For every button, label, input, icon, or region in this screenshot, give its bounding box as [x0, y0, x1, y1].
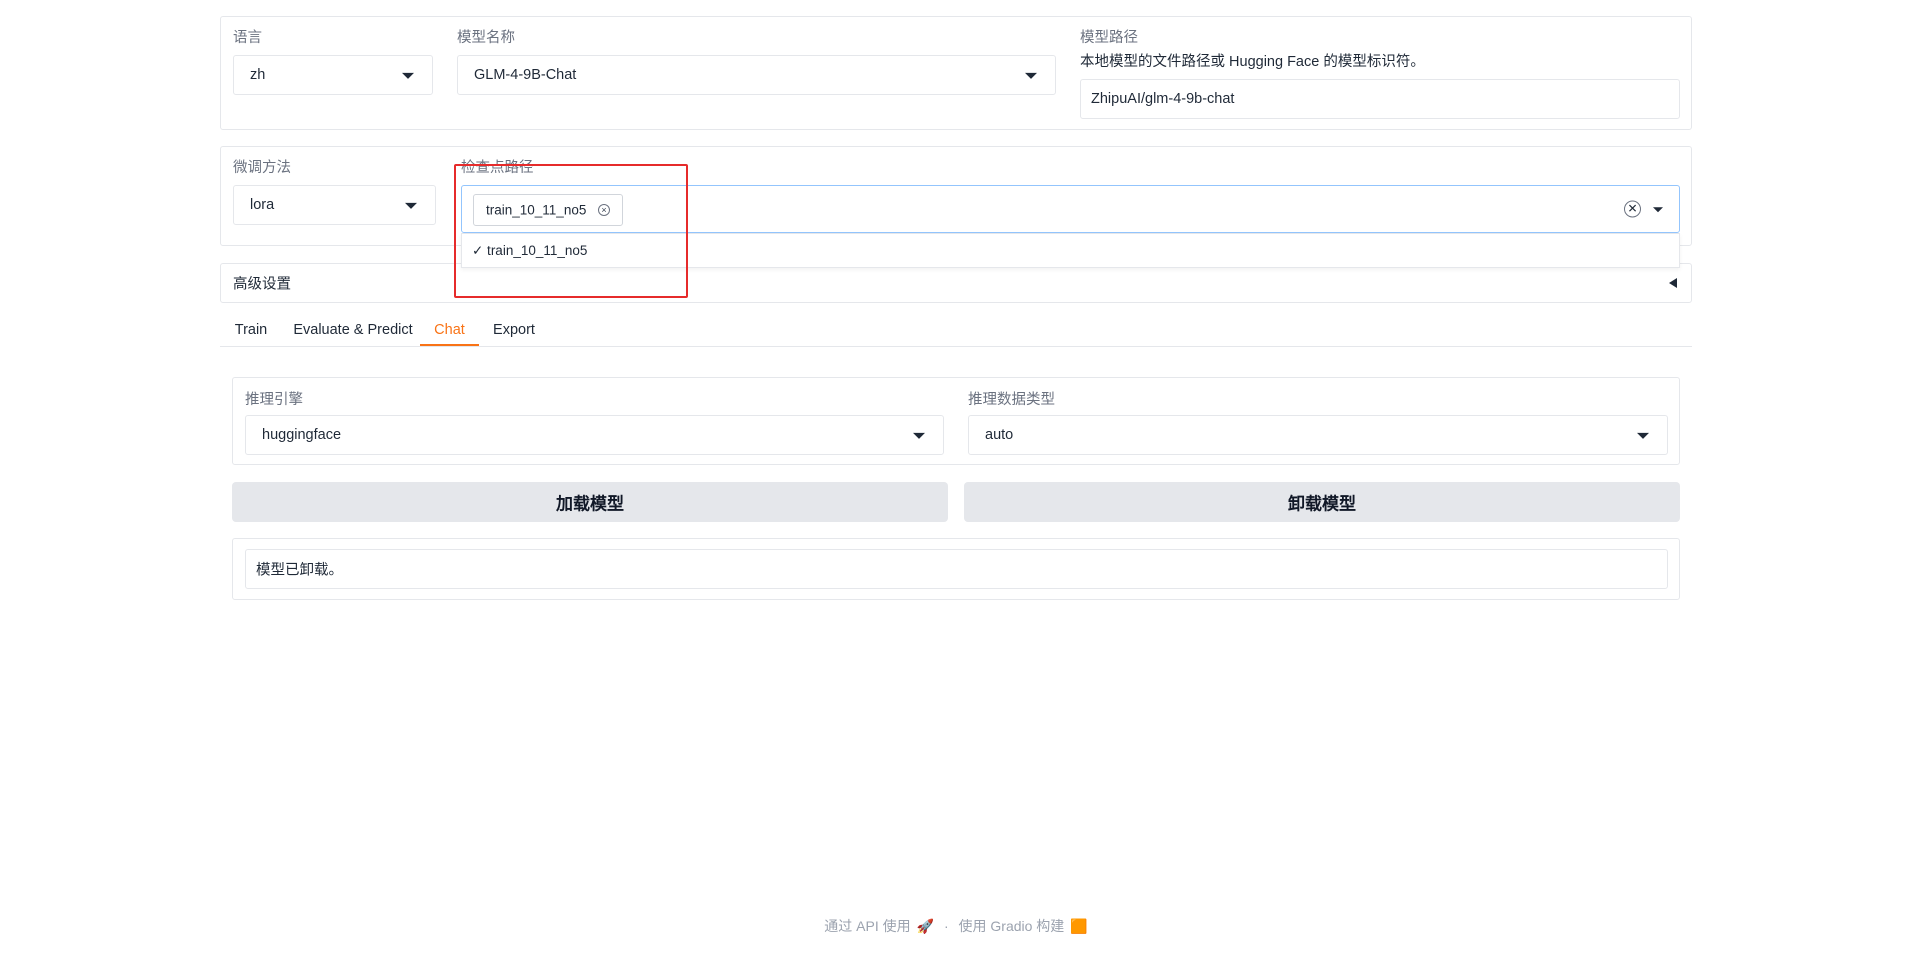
checkpoint-chip-label: train_10_11_no5: [486, 202, 587, 218]
language-label: 语言: [233, 30, 262, 46]
infer-dtype-value: auto: [985, 427, 1014, 443]
language-select[interactable]: zh: [233, 55, 433, 95]
chevron-down-icon[interactable]: [1653, 207, 1663, 213]
checkpoint-path-multiselect[interactable]: train_10_11_no5 × ✕: [461, 185, 1680, 233]
chevron-down-icon: [913, 432, 925, 439]
api-link[interactable]: 通过 API 使用: [824, 918, 910, 934]
infer-engine-select[interactable]: huggingface: [245, 415, 944, 455]
unload-model-label: 卸载模型: [1288, 494, 1356, 514]
finetune-method-select[interactable]: lora: [233, 185, 436, 225]
load-model-button[interactable]: 加载模型: [232, 482, 948, 522]
advanced-settings-accordion[interactable]: 高级设置: [220, 263, 1692, 303]
dropdown-option[interactable]: ✓ train_10_11_no5: [472, 243, 587, 259]
finetune-method-label: 微调方法: [233, 160, 291, 176]
infer-dtype-select[interactable]: auto: [968, 415, 1668, 455]
tab-chat[interactable]: Chat: [420, 316, 479, 346]
tab-export[interactable]: Export: [479, 316, 549, 346]
advanced-settings-title: 高级设置: [233, 276, 291, 293]
model-path-value: ZhipuAI/glm-4-9b-chat: [1091, 91, 1235, 107]
gradio-logo-icon: 🟧: [1070, 918, 1088, 934]
infer-engine-value: huggingface: [262, 427, 342, 443]
model-name-label: 模型名称: [457, 30, 515, 46]
tab-bar: Train Evaluate & Predict Chat Export: [220, 316, 1692, 347]
infer-engine-label: 推理引擎: [245, 392, 303, 408]
finetune-method-value: lora: [250, 197, 275, 213]
clear-selection-icon[interactable]: ✕: [1624, 200, 1641, 218]
checkpoint-path-label: 检查点路径: [461, 160, 534, 176]
checkpoint-dropdown-list: ✓ train_10_11_no5: [461, 233, 1680, 268]
model-name-value: GLM-4-9B-Chat: [474, 67, 577, 83]
language-value: zh: [250, 67, 266, 83]
infer-dtype-label: 推理数据类型: [968, 392, 1055, 408]
model-path-label: 模型路径: [1080, 30, 1138, 46]
model-name-select[interactable]: GLM-4-9B-Chat: [457, 55, 1056, 95]
checkpoint-chip: train_10_11_no5 ×: [473, 194, 623, 226]
load-model-label: 加载模型: [556, 494, 624, 514]
gradio-link[interactable]: 使用 Gradio 构建: [959, 918, 1065, 934]
status-text: 模型已卸载。: [256, 562, 343, 579]
unload-model-button[interactable]: 卸载模型: [964, 482, 1680, 522]
status-output: 模型已卸载。: [245, 549, 1668, 589]
footer-separator: ·: [943, 918, 949, 934]
tab-train[interactable]: Train: [220, 316, 282, 346]
chevron-down-icon: [1637, 432, 1649, 439]
collapse-triangle-icon: [1669, 278, 1677, 288]
tab-evaluate-predict[interactable]: Evaluate & Predict: [282, 316, 424, 346]
chevron-down-icon: [405, 202, 417, 209]
model-path-input[interactable]: ZhipuAI/glm-4-9b-chat: [1080, 79, 1680, 119]
footer: 通过 API 使用 🚀 · 使用 Gradio 构建 🟧: [0, 916, 1912, 936]
rocket-icon: 🚀: [916, 918, 935, 934]
remove-chip-icon[interactable]: ×: [598, 204, 610, 216]
chevron-down-icon: [1025, 72, 1037, 79]
chevron-down-icon: [402, 72, 414, 79]
model-path-info: 本地模型的文件路径或 Hugging Face 的模型标识符。: [1080, 54, 1425, 70]
